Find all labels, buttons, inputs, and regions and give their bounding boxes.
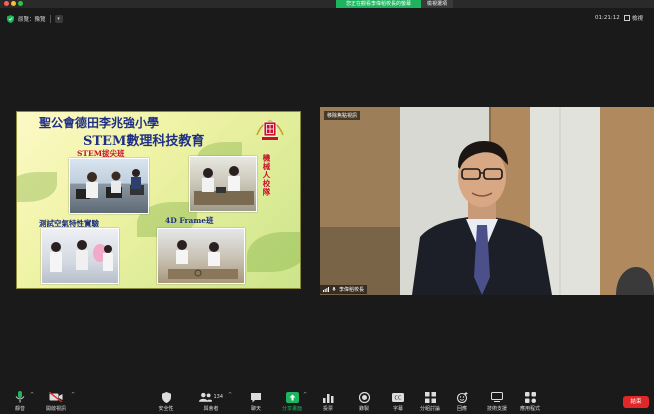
chat-button[interactable]: 聊天 — [236, 391, 276, 412]
apps-button[interactable]: 應用程式 — [510, 391, 550, 412]
meeting-toolbar: 靜音 ^ 開啟視訊 ^ 安全性 134 與會者 ^ 聊天 分享畫面 ^ 投票 錄… — [0, 389, 654, 414]
speaker-name: 李偉稻校長 — [339, 287, 365, 293]
captions-label: 字幕 — [392, 406, 403, 412]
zoom-meeting-window: 您正在觀看李偉稻校長的螢幕 檢視選項 原覽：豫覽 ▾ 01:21:12 檢視 聖… — [0, 0, 654, 414]
tech-support-label: 技術支援 — [486, 406, 507, 412]
mute-label: 靜音 — [14, 406, 25, 412]
polls-label: 投票 — [322, 406, 333, 412]
air-experiment-photo — [41, 228, 119, 284]
4d-frame-class-photo — [157, 228, 245, 284]
participants-options-caret-icon[interactable]: ^ — [228, 392, 232, 398]
reactions-button[interactable]: 回應 — [442, 391, 482, 412]
participants-icon — [199, 392, 213, 402]
view-mode-text: 原覽：豫覽 — [18, 17, 46, 23]
reactions-label: 回應 — [456, 406, 467, 412]
participants-count: 134 — [213, 394, 223, 400]
grid-view-icon — [624, 15, 630, 21]
closed-captions-icon: CC — [392, 392, 404, 402]
video-options-caret-icon[interactable]: ^ — [71, 392, 75, 398]
record-icon — [358, 391, 370, 403]
maximize-window-button[interactable] — [18, 1, 23, 6]
shared-screen-slide: 聖公會德田李兆強小學 STEM數理科技教育 STEM拔尖班 機械人校隊 測試空氣… — [16, 111, 301, 289]
share-screen-label: 分享畫面 — [281, 406, 302, 412]
record-label: 錄製 — [358, 406, 369, 412]
polls-button[interactable]: 投票 — [308, 391, 348, 412]
shield-check-icon[interactable] — [7, 15, 14, 23]
decorative-leaf — [247, 232, 300, 272]
chat-label: 聊天 — [250, 406, 261, 412]
stem-title: STEM數理科技教育 — [83, 134, 205, 149]
view-options-button[interactable]: 檢視選項 — [421, 0, 454, 8]
share-status-text: 您正在觀看李偉稻校長的螢幕 — [336, 0, 422, 8]
share-screen-icon — [285, 391, 299, 403]
audio-options-caret-icon[interactable]: ^ — [30, 392, 34, 398]
screen-share-banner: 您正在觀看李偉稻校長的螢幕 檢視選項 — [336, 0, 454, 8]
apps-label: 應用程式 — [519, 406, 540, 412]
shield-icon — [161, 391, 171, 403]
title-bar: 您正在觀看李偉稻校長的螢幕 檢視選項 — [0, 0, 654, 8]
breakout-rooms-icon — [424, 391, 436, 403]
stem-class-photo — [69, 158, 149, 214]
participants-button[interactable]: 134 與會者 — [191, 391, 231, 412]
participants-label: 與會者 — [203, 406, 219, 412]
microphone-icon — [15, 391, 25, 403]
chat-bubble-icon — [251, 392, 261, 402]
breakout-rooms-label: 分組討論 — [419, 406, 440, 412]
share-options-caret-icon[interactable]: ^ — [303, 392, 307, 398]
close-window-button[interactable] — [4, 1, 9, 6]
speaker-name-tag: 李偉稻校長 — [320, 285, 368, 294]
view-mode-select[interactable]: 原覽：豫覽 ▾ — [18, 13, 63, 25]
monitor-icon — [491, 392, 503, 402]
school-title: 聖公會德田李兆強小學 — [39, 116, 160, 130]
microphone-icon — [332, 287, 336, 291]
speaker-video[interactable]: 移除焦點視訊 李偉稻校長 — [320, 107, 654, 295]
meeting-timer: 01:21:12 — [595, 15, 620, 21]
minimize-window-button[interactable] — [11, 1, 16, 6]
school-crest-icon — [256, 120, 284, 140]
robot-team-photo — [189, 156, 257, 212]
frame-class-label: 4D Frame班 — [165, 216, 214, 225]
video-camera-off-icon — [49, 392, 63, 402]
chevron-down-icon[interactable]: ▾ — [54, 15, 63, 23]
security-button[interactable]: 安全性 — [146, 391, 186, 412]
smiley-plus-icon — [456, 391, 467, 403]
security-label: 安全性 — [158, 406, 174, 412]
apps-icon — [524, 391, 536, 403]
svg-text:CC: CC — [395, 395, 402, 401]
speaker-video-frame — [320, 107, 654, 295]
divider — [49, 15, 51, 23]
start-video-button[interactable]: 開啟視訊 — [36, 391, 76, 412]
robot-team-label: 機械人校隊 — [262, 154, 271, 197]
signal-strength-icon — [323, 287, 329, 292]
decorative-leaf — [17, 172, 57, 202]
meeting-info-bar: 原覽：豫覽 ▾ 01:21:12 檢視 — [0, 8, 654, 30]
end-meeting-button[interactable]: 結束 — [623, 396, 649, 408]
start-video-label: 開啟視訊 — [45, 406, 66, 412]
remove-spotlight-label[interactable]: 移除焦點視訊 — [324, 111, 361, 120]
view-button-label: 檢視 — [632, 16, 644, 22]
view-button[interactable]: 檢視 — [624, 14, 643, 22]
bar-chart-icon — [322, 393, 333, 403]
